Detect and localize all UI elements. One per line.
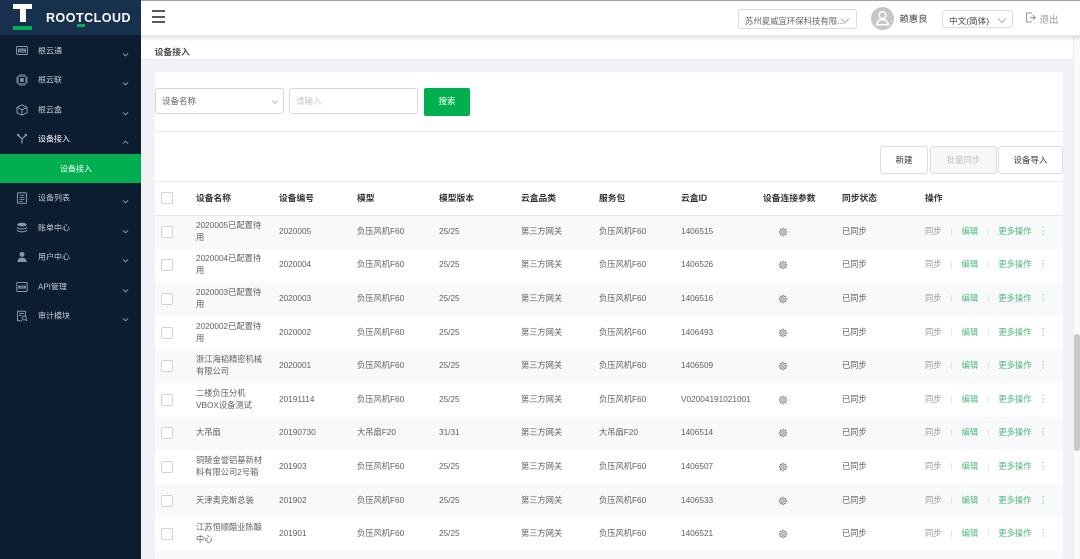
svg-text:SIM: SIM <box>19 49 25 53</box>
svg-text:API: API <box>20 285 24 289</box>
